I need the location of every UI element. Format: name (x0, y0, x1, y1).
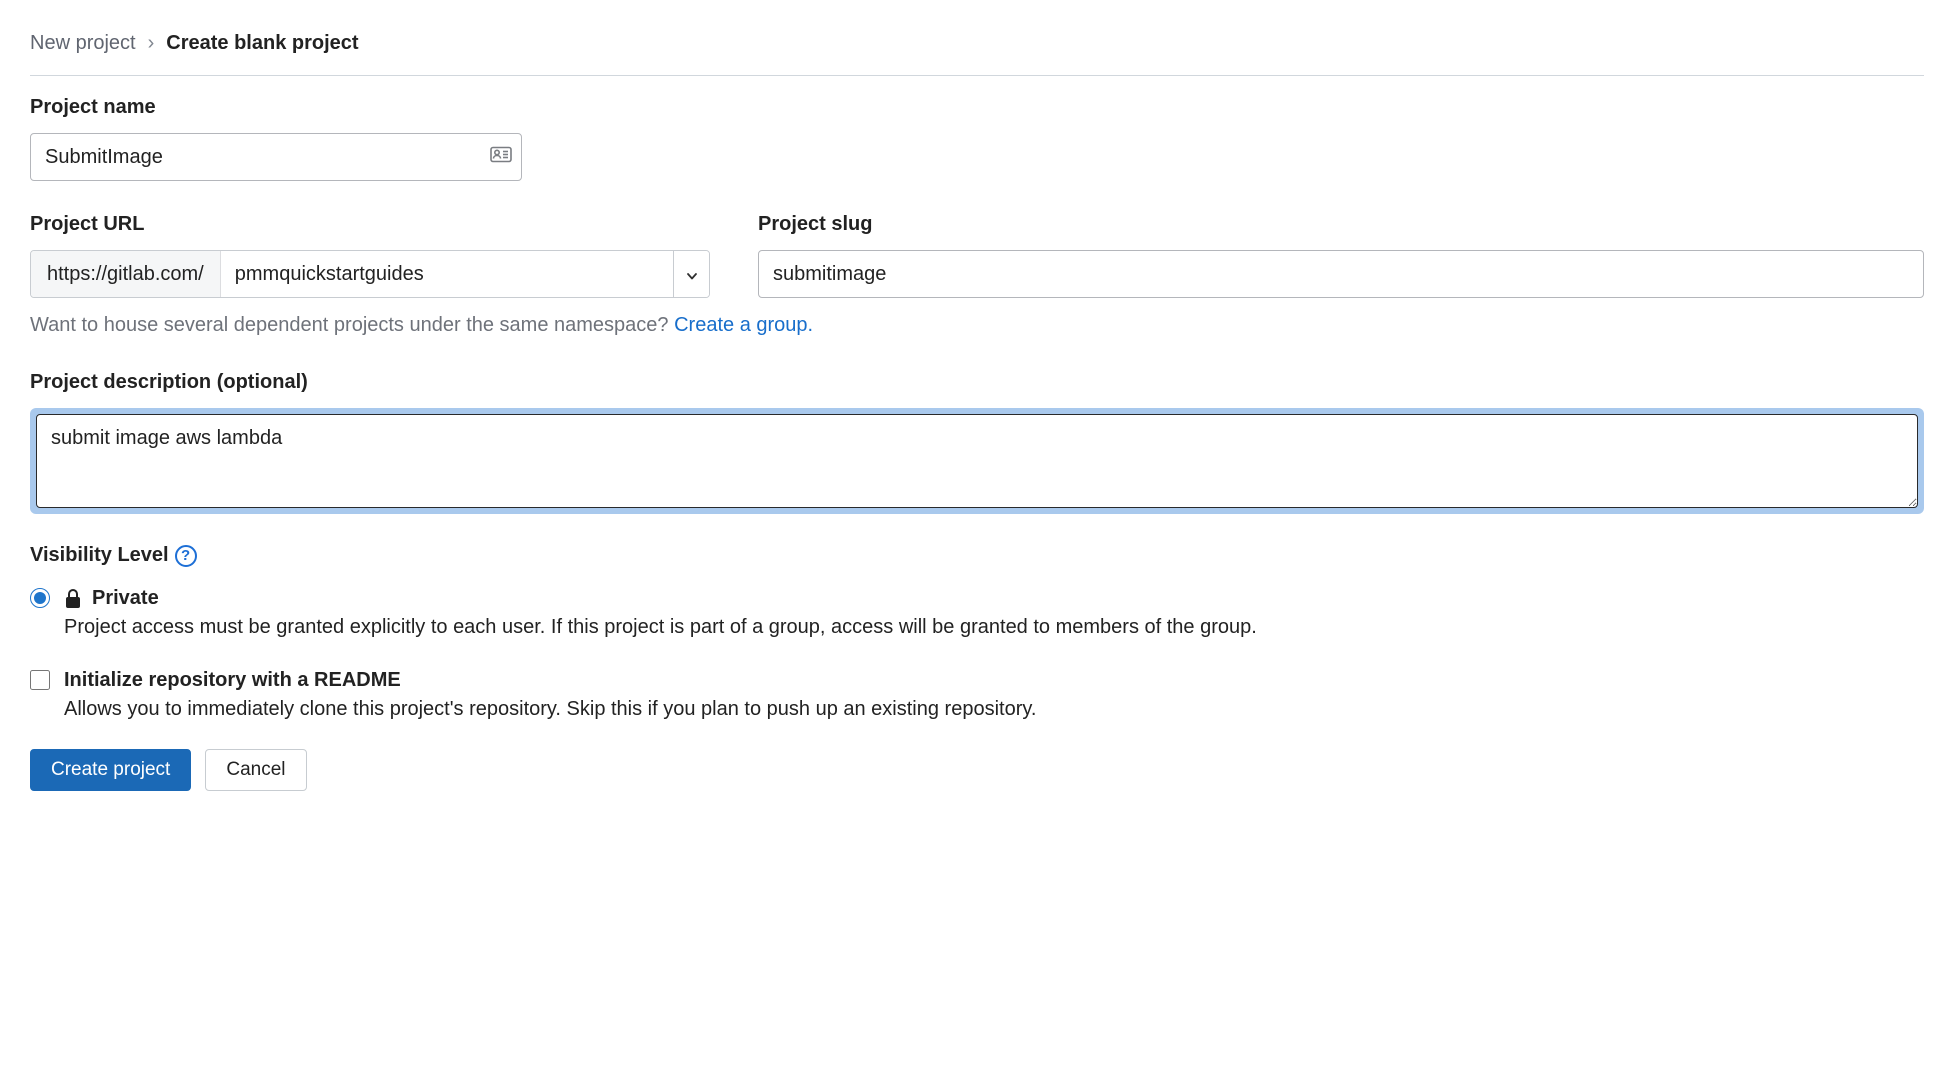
project-url-label: Project URL (30, 211, 710, 238)
visibility-private-radio[interactable] (30, 588, 50, 608)
visibility-heading: Visibility Level ? (30, 542, 1924, 569)
visibility-private-option[interactable]: Private Project access must be granted e… (30, 585, 1924, 641)
readme-option[interactable]: Initialize repository with a README Allo… (30, 667, 1924, 723)
project-slug-label: Project slug (758, 211, 1924, 238)
button-row: Create project Cancel (30, 749, 1924, 791)
breadcrumb-new-project[interactable]: New project (30, 30, 136, 57)
readme-description: Allows you to immediately clone this pro… (64, 696, 1036, 723)
cancel-button[interactable]: Cancel (205, 749, 306, 791)
project-description-label: Project description (optional) (30, 369, 1924, 396)
visibility-private-description: Project access must be granted explicitl… (64, 614, 1257, 641)
create-project-button[interactable]: Create project (30, 749, 191, 791)
namespace-helper-text-content: Want to house several dependent projects… (30, 314, 674, 336)
project-name-label: Project name (30, 94, 1924, 121)
namespace-helper-text: Want to house several dependent projects… (30, 312, 1924, 339)
contact-card-icon (490, 144, 512, 171)
help-icon[interactable]: ? (175, 545, 197, 567)
project-name-input[interactable] (30, 133, 522, 181)
readme-checkbox[interactable] (30, 670, 50, 690)
project-name-input-wrap (30, 133, 522, 181)
lock-icon (64, 588, 82, 610)
visibility-label: Visibility Level (30, 542, 169, 569)
project-url-row: Project URL https://gitlab.com/ Project … (30, 211, 1924, 298)
project-namespace-dropdown[interactable] (673, 251, 709, 297)
breadcrumb: New project › Create blank project (30, 30, 1924, 76)
visibility-private-title: Private (92, 585, 159, 612)
breadcrumb-separator: › (148, 30, 155, 57)
readme-title: Initialize repository with a README (64, 667, 401, 694)
chevron-down-icon (687, 261, 697, 288)
project-slug-input[interactable] (758, 250, 1924, 298)
project-namespace-input[interactable] (221, 251, 673, 297)
project-description-textarea[interactable]: submit image aws lambda (36, 414, 1918, 508)
project-url-prefix: https://gitlab.com/ (31, 251, 221, 297)
create-group-link[interactable]: Create a group. (674, 314, 813, 336)
project-url-input-group: https://gitlab.com/ (30, 250, 710, 298)
breadcrumb-current: Create blank project (166, 30, 358, 57)
project-description-focus-ring: submit image aws lambda (30, 408, 1924, 514)
